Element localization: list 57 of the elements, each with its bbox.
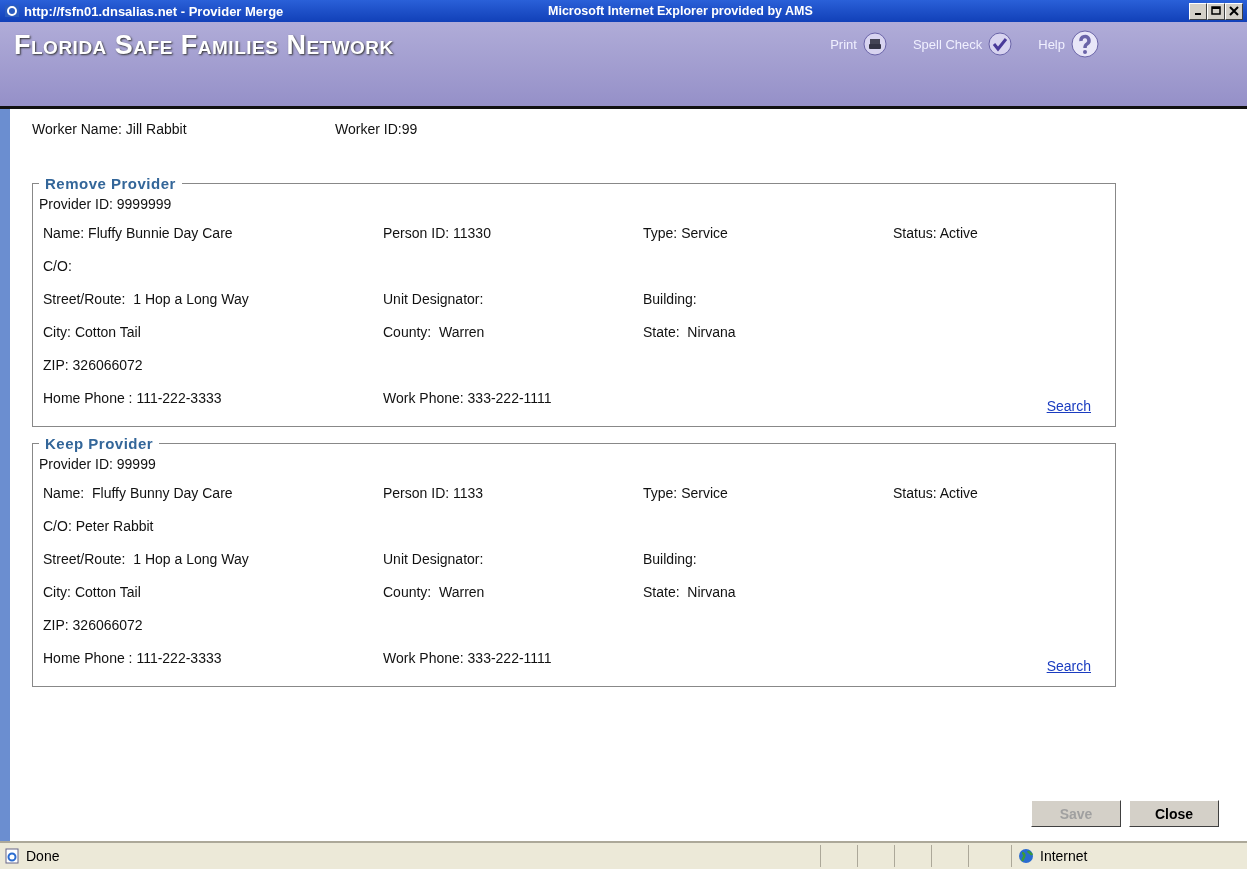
provider-id: Provider ID: 9999999 — [39, 196, 173, 212]
field-text: ZIP: 326066072 — [43, 616, 144, 633]
zone-text: Internet — [1040, 848, 1088, 864]
worker-id: Worker ID:99 — [335, 121, 418, 137]
field-text: State: Nirvana — [643, 323, 737, 340]
checkmark-icon — [988, 32, 1013, 56]
field-text: Person ID: 1133 — [383, 484, 485, 501]
field-text: C/O: Peter Rabbit — [43, 517, 155, 534]
field-text: Unit Designator: — [383, 290, 485, 307]
close-button[interactable] — [1225, 2, 1243, 20]
field-text: Work Phone: 333-222-1111 — [383, 389, 553, 406]
field-text: Name: Fluffy Bunny Day Care — [43, 484, 234, 501]
field-text: Status: Active — [893, 484, 979, 501]
field-text: County: Warren — [383, 583, 486, 600]
field-text: Type: Service — [643, 484, 729, 501]
search-link[interactable]: Search — [1046, 658, 1091, 674]
field-text: Person ID: 11330 — [383, 224, 492, 241]
field-text: County: Warren — [383, 323, 486, 340]
print-link[interactable]: Print — [830, 32, 887, 56]
field-text: Street/Route: 1 Hop a Long Way — [43, 550, 250, 567]
section-title: Remove Provider — [44, 175, 177, 192]
field-text: Building: — [643, 290, 698, 307]
field-text: Name: Fluffy Bunnie Day Care — [43, 224, 234, 241]
field-text: City: Cotton Tail — [43, 323, 142, 340]
minimize-button[interactable] — [1189, 2, 1207, 20]
field-text: State: Nirvana — [643, 583, 737, 600]
field-text: Unit Designator: — [383, 550, 485, 567]
provider-id: Provider ID: 99999 — [39, 456, 157, 472]
close-button[interactable]: Close — [1129, 800, 1219, 827]
field-text: City: Cotton Tail — [43, 583, 142, 600]
spell-check-link[interactable]: Spell Check — [912, 32, 1013, 56]
close-icon — [1229, 6, 1239, 16]
printer-icon — [862, 32, 887, 56]
field-text: Status: Active — [893, 224, 979, 241]
help-link[interactable]: Help — [1038, 30, 1099, 58]
field-text: Street/Route: 1 Hop a Long Way — [43, 290, 250, 307]
field-text: Building: — [643, 550, 698, 567]
globe-icon — [1018, 848, 1034, 864]
section-title: Keep Provider — [44, 435, 155, 452]
window-title: http://fsfn01.dnsalias.net - Provider Merge — [24, 3, 285, 19]
field-text: Type: Service — [643, 224, 729, 241]
field-text: Home Phone : 111-222-3333 — [43, 649, 223, 666]
field-text: Home Phone : 111-222-3333 — [43, 389, 223, 406]
maximize-button[interactable] — [1207, 2, 1225, 20]
maximize-icon — [1211, 6, 1221, 16]
minimize-icon — [1195, 13, 1201, 15]
brand-title: Florida Safe Families Network — [14, 30, 395, 61]
field-text: Work Phone: 333-222-1111 — [383, 649, 553, 666]
worker-name: Worker Name: Jill Rabbit — [32, 121, 188, 137]
search-link[interactable]: Search — [1046, 398, 1091, 414]
help-icon — [1071, 30, 1099, 58]
browser-title: Microsoft Internet Explorer provided by AMS — [548, 4, 814, 18]
field-text: ZIP: 326066072 — [43, 356, 144, 373]
page-icon — [4, 848, 20, 864]
status-text: Done — [26, 848, 61, 864]
field-text: C/O: — [43, 257, 73, 274]
browser-icon — [4, 3, 20, 19]
